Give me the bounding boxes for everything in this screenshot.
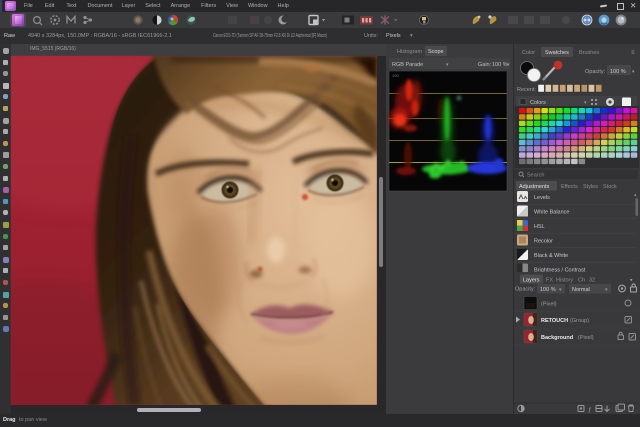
svg-text:Recolor: Recolor (534, 239, 553, 245)
svg-text:32: 32 (589, 278, 595, 284)
svg-text:Normal: Normal (572, 287, 590, 293)
svg-text:Layers: Layers (523, 278, 540, 284)
svg-text:FX: FX (546, 278, 553, 284)
svg-text:HSL: HSL (534, 224, 545, 230)
svg-text:White Balance: White Balance (534, 210, 569, 216)
svg-text:ƒ: ƒ (588, 407, 592, 414)
svg-text:Styles: Styles (583, 184, 598, 190)
svg-text:Adjustments: Adjustments (519, 184, 550, 190)
svg-text:Background: Background (541, 335, 573, 341)
svg-text:History: History (556, 278, 573, 284)
svg-text:RETOUCH: RETOUCH (541, 318, 568, 324)
svg-text:100 %: 100 % (540, 287, 556, 293)
svg-text:Opacity:: Opacity: (515, 287, 536, 293)
svg-text:Effects: Effects (561, 184, 578, 190)
svg-text:▴: ▴ (634, 192, 637, 198)
svg-text:(Pixel): (Pixel) (578, 335, 594, 341)
svg-text:Black & White: Black & White (534, 253, 568, 259)
svg-text:Ch: Ch (578, 278, 585, 284)
svg-text:(Group): (Group) (570, 318, 589, 324)
svg-text:(Pixel): (Pixel) (541, 302, 557, 308)
svg-text:Stock: Stock (603, 184, 617, 190)
svg-text:Search: Search (527, 173, 544, 179)
svg-text:Levels: Levels (534, 195, 550, 201)
